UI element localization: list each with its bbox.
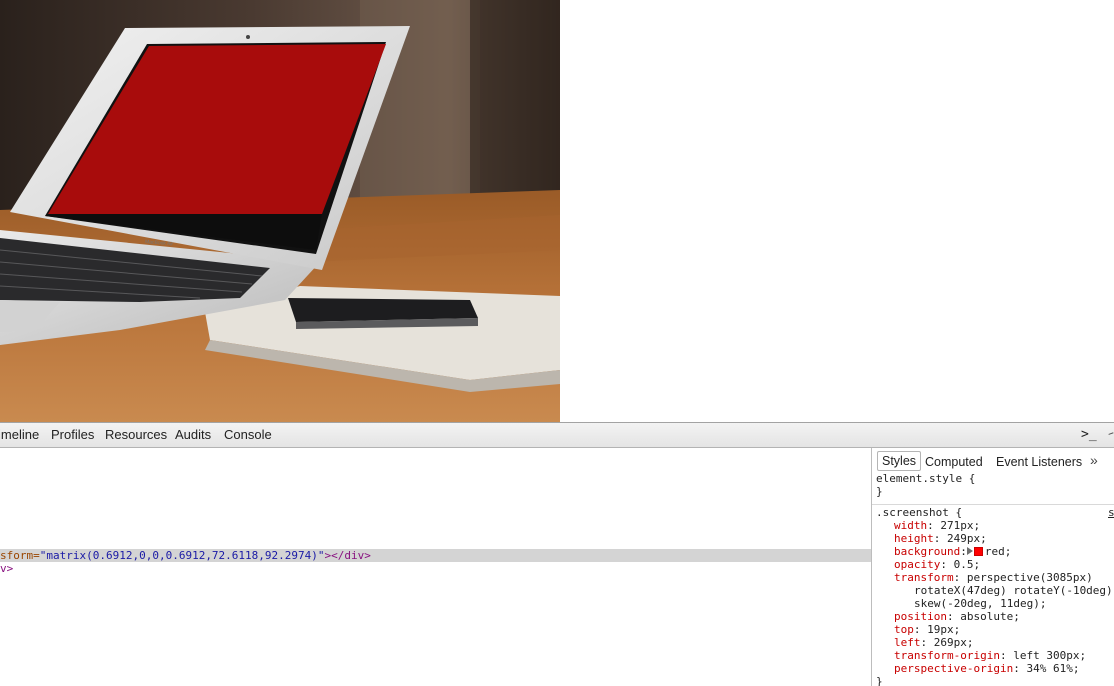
prop-value: absolute; — [960, 610, 1020, 623]
prop-name: transform — [894, 571, 954, 584]
prop-value: 19px; — [927, 623, 961, 636]
devtools-toolbar: imeline Profiles Resources Audits Consol… — [0, 423, 1114, 448]
declaration-transform-cont: skew(-20deg, 11deg); — [914, 597, 1047, 610]
prop-name: width — [894, 519, 928, 532]
rule-selector[interactable]: .screenshot { s — [876, 506, 1114, 519]
dom-attr-value: "matrix(0.6912,0,0,0.6912,72.6118,92.297… — [39, 549, 325, 562]
dom-node-selected[interactable]: sform="matrix(0.6912,0,0,0.6912,72.6118,… — [0, 549, 871, 562]
styles-sidebar: Styles Computed Event Listeners » elemen… — [871, 448, 1114, 686]
declaration-left[interactable]: left: 269px; — [894, 636, 974, 649]
dom-tag-close: ></div> — [324, 549, 371, 562]
rule-separator — [872, 504, 1114, 505]
tab-resources[interactable]: Resources — [105, 427, 167, 443]
element-style-close: } — [876, 485, 883, 498]
declaration-transform-cont: rotateX(47deg) rotateY(-10deg) — [914, 584, 1113, 597]
prop-value: 34% 61%; — [1026, 662, 1080, 675]
declaration-width[interactable]: width: 271px; — [894, 519, 980, 532]
tab-timeline[interactable]: imeline — [0, 427, 39, 443]
declaration-background[interactable]: background: red; — [894, 545, 1011, 558]
tab-console[interactable]: Console — [224, 427, 272, 443]
tab-audits[interactable]: Audits — [175, 427, 211, 443]
declaration-top[interactable]: top: 19px; — [894, 623, 960, 636]
declaration-opacity[interactable]: opacity: 0.5; — [894, 558, 980, 571]
prop-value: perspective(3085px) — [966, 571, 1093, 584]
prop-name: opacity — [894, 558, 941, 571]
declaration-height[interactable]: height: 249px; — [894, 532, 987, 545]
tab-event-listeners[interactable]: Event Listeners — [996, 453, 1082, 471]
tab-computed[interactable]: Computed — [925, 453, 983, 471]
declaration-perspective-origin[interactable]: perspective-origin: 34% 61%; — [894, 662, 1079, 675]
declaration-transform[interactable]: transform: perspective(3085px) — [894, 571, 1093, 584]
sidebar-more-icon[interactable]: » — [1090, 452, 1098, 468]
declaration-position[interactable]: position: absolute; — [894, 610, 1020, 623]
prop-value: 271px; — [940, 519, 981, 532]
devtools-panel: imeline Profiles Resources Audits Consol… — [0, 422, 1114, 686]
toolbar-overflow-icon[interactable] — [1108, 432, 1114, 438]
tab-styles[interactable]: Styles — [877, 451, 922, 471]
prop-name: background — [894, 545, 961, 558]
prop-name: transform-origin — [894, 649, 1000, 662]
prop-name: perspective-origin — [894, 662, 1014, 675]
elements-dom-tree: sform="matrix(0.6912,0,0,0.6912,72.6118,… — [0, 448, 871, 686]
page-blank-area — [560, 0, 1114, 422]
color-swatch-icon[interactable] — [973, 547, 983, 556]
prop-name: height — [894, 532, 934, 545]
console-prompt-icon[interactable]: >_ — [1081, 426, 1101, 444]
prop-value: 249px; — [947, 532, 987, 545]
prop-value: 269px; — [933, 636, 974, 649]
laptop-photo: MacBook Air — [0, 0, 560, 422]
page-viewport: MacBook Air — [0, 0, 1114, 422]
sidebar-tabs: Styles Computed Event Listeners » — [872, 448, 1114, 472]
declaration-transform-origin[interactable]: transform-origin: left 300px; — [894, 649, 1086, 662]
expand-triangle-icon[interactable] — [966, 547, 973, 555]
dom-node-close[interactable]: v> — [0, 562, 13, 575]
prop-name: top — [894, 623, 914, 636]
prop-value: 0.5; — [953, 558, 981, 571]
prop-name: position — [894, 610, 947, 623]
rule-close: } — [876, 675, 883, 686]
rule-source-link[interactable]: s — [1108, 506, 1114, 519]
prop-value: left 300px; — [1013, 649, 1087, 662]
tab-profiles[interactable]: Profiles — [51, 427, 94, 443]
dom-attr-name: sform= — [0, 549, 40, 562]
rule-selector-text: .screenshot { — [876, 506, 963, 519]
element-style-selector: element.style { — [876, 472, 976, 485]
prop-value: red; — [984, 545, 1012, 558]
prop-name: left — [894, 636, 921, 649]
